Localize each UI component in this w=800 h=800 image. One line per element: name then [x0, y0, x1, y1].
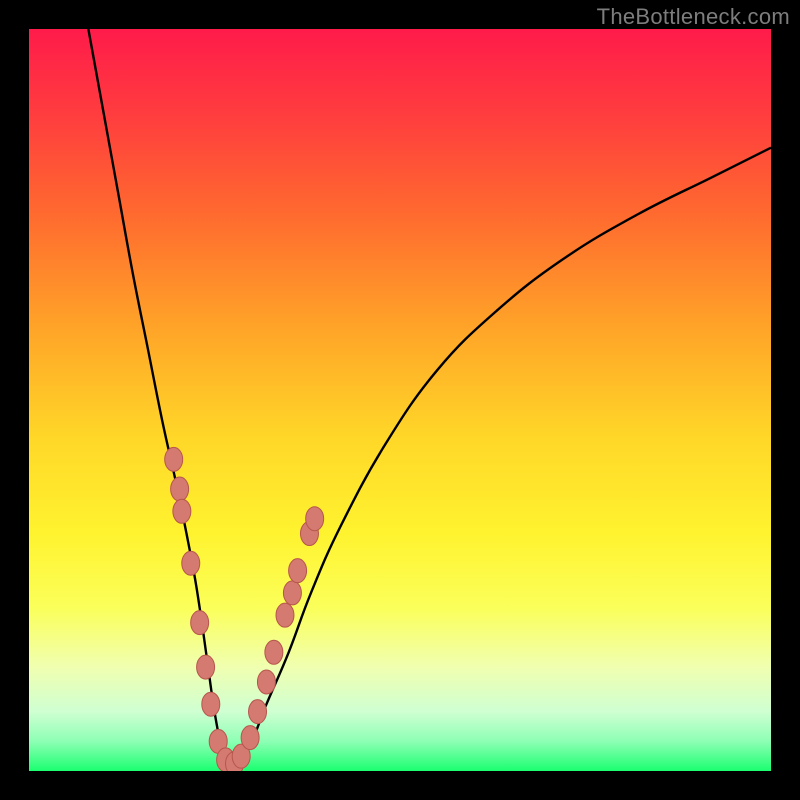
curve-dot [182, 551, 200, 575]
bottleneck-curve [88, 29, 771, 766]
curve-dots-group [165, 447, 324, 771]
curve-dot [202, 692, 220, 716]
curve-dot [249, 700, 267, 724]
bottleneck-curve-svg [29, 29, 771, 771]
curve-dot [241, 726, 259, 750]
curve-dot [165, 447, 183, 471]
curve-dot [289, 559, 307, 583]
curve-dot [191, 611, 209, 635]
watermark-text: TheBottleneck.com [597, 4, 790, 30]
curve-dot [257, 670, 275, 694]
curve-dot [276, 603, 294, 627]
curve-dot [171, 477, 189, 501]
curve-dot [306, 507, 324, 531]
curve-dot [173, 499, 191, 523]
curve-dot [283, 581, 301, 605]
chart-area [29, 29, 771, 771]
curve-dot [197, 655, 215, 679]
curve-dot [265, 640, 283, 664]
